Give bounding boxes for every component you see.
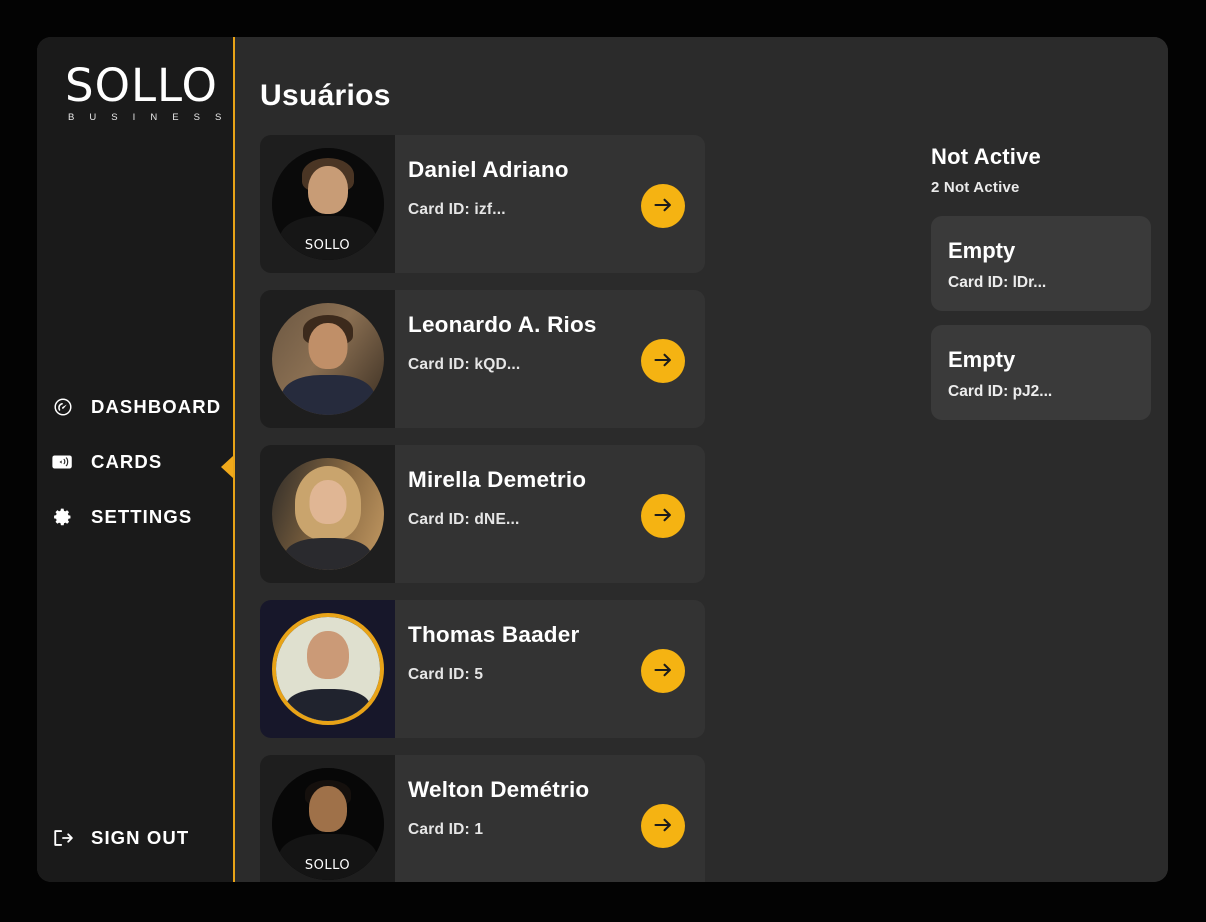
not-active-card-id: Card ID: pJ2...	[948, 383, 1053, 400]
gear-icon	[51, 505, 75, 529]
brand-tagline: B U S I N E S S	[68, 112, 228, 123]
sign-out-button[interactable]: SIGN OUT	[37, 826, 235, 850]
rfid-card-icon	[51, 450, 75, 474]
sidebar-item-settings[interactable]: SETTINGS	[37, 499, 235, 535]
user-name: Thomas Baader	[408, 622, 580, 647]
not-active-list: Empty Card ID: lDr... Empty Card ID: pJ2…	[931, 216, 1151, 420]
avatar-pane	[260, 445, 395, 583]
avatar-photo	[271, 303, 384, 415]
not-active-card[interactable]: Empty Card ID: lDr...	[931, 216, 1151, 311]
user-list: SOLLO Daniel Adriano Card ID: izf... Leo…	[260, 135, 705, 882]
not-active-card-title: Empty	[948, 347, 1016, 372]
sidebar-item-dashboard[interactable]: DASHBOARD	[37, 389, 235, 425]
avatar: SOLLO	[271, 148, 384, 260]
sidebar-item-label: SETTINGS	[91, 506, 193, 527]
sign-out-icon	[51, 826, 75, 850]
not-active-card-title: Empty	[948, 238, 1016, 263]
avatar-photo	[271, 458, 384, 570]
card-info: Thomas Baader Card ID: 5	[395, 600, 705, 738]
brand-logo: SOLLO B U S I N E S S	[37, 37, 235, 124]
arrow-right-icon	[651, 348, 675, 375]
arrow-right-icon	[651, 503, 675, 530]
avatar: SOLLO	[271, 768, 384, 880]
avatar-photo	[275, 617, 380, 721]
avatar	[271, 458, 384, 570]
user-detail-button[interactable]	[641, 184, 685, 228]
not-active-card[interactable]: Empty Card ID: pJ2...	[931, 325, 1151, 420]
avatar-pane	[260, 600, 395, 738]
arrow-right-icon	[651, 658, 675, 685]
user-card[interactable]: Thomas Baader Card ID: 5	[260, 600, 705, 738]
speedometer-icon	[51, 395, 75, 419]
brand-wordmark: SOLLO	[65, 59, 218, 112]
card-info: Welton Demétrio Card ID: 1	[395, 755, 705, 882]
arrow-right-icon	[651, 813, 675, 840]
card-info: Leonardo A. Rios Card ID: kQD...	[395, 290, 705, 428]
user-name: Welton Demétrio	[408, 777, 590, 802]
content-columns: SOLLO Daniel Adriano Card ID: izf... Leo…	[235, 113, 1168, 882]
main-content: Usuários SOLLO Daniel Adriano Card ID: i…	[235, 37, 1168, 882]
not-active-count: 2 Not Active	[931, 179, 1020, 196]
user-detail-button[interactable]	[641, 804, 685, 848]
sidebar-item-cards[interactable]: CARDS	[37, 444, 235, 480]
arrow-right-icon	[651, 193, 675, 220]
user-detail-button[interactable]	[641, 649, 685, 693]
user-card[interactable]: Mirella Demetrio Card ID: dNE...	[260, 445, 705, 583]
user-detail-button[interactable]	[641, 339, 685, 383]
user-name: Daniel Adriano	[408, 157, 569, 182]
user-card[interactable]: Leonardo A. Rios Card ID: kQD...	[260, 290, 705, 428]
avatar	[271, 613, 384, 725]
user-card[interactable]: SOLLO Daniel Adriano Card ID: izf...	[260, 135, 705, 273]
sidebar-item-label: DASHBOARD	[91, 396, 222, 417]
avatar	[271, 303, 384, 415]
active-nav-marker	[221, 456, 233, 478]
sidebar: SOLLO B U S I N E S S DASHBOARD CARDS SE…	[37, 37, 235, 882]
user-name: Leonardo A. Rios	[408, 312, 597, 337]
avatar-logo: SOLLO	[304, 858, 351, 873]
avatar-pane: SOLLO	[260, 755, 395, 882]
user-detail-button[interactable]	[641, 494, 685, 538]
avatar-pane: SOLLO	[260, 135, 395, 273]
not-active-title: Not Active	[931, 144, 1041, 169]
sign-out-label: SIGN OUT	[91, 827, 190, 848]
card-info: Mirella Demetrio Card ID: dNE...	[395, 445, 705, 583]
avatar-pane	[260, 290, 395, 428]
not-active-card-id: Card ID: lDr...	[948, 274, 1047, 291]
page-title: Usuários	[260, 79, 391, 112]
sidebar-item-label: CARDS	[91, 451, 163, 472]
user-card[interactable]: SOLLO Welton Demétrio Card ID: 1	[260, 755, 705, 882]
sidebar-nav: DASHBOARD CARDS SETTINGS	[37, 389, 235, 560]
avatar-logo: SOLLO	[304, 238, 351, 253]
not-active-panel: Not Active 2 Not Active Empty Card ID: l…	[931, 135, 1151, 882]
user-name: Mirella Demetrio	[408, 467, 587, 492]
app-window: SOLLO B U S I N E S S DASHBOARD CARDS SE…	[37, 37, 1168, 882]
card-info: Daniel Adriano Card ID: izf...	[395, 135, 705, 273]
